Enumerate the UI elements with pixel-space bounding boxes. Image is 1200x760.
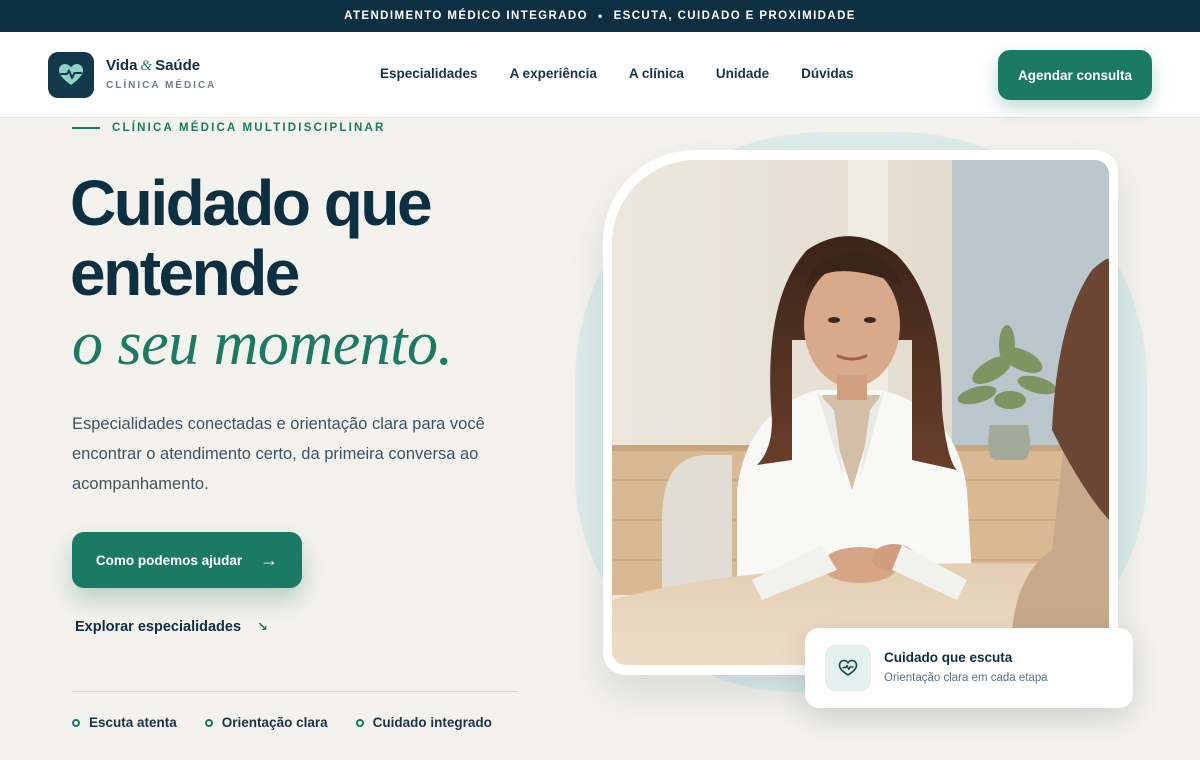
hero-photo <box>612 160 1109 665</box>
care-card: Cuidado que escuta Orientação clara em c… <box>805 628 1133 708</box>
card-subtitle: Orientação clara em cada etapa <box>884 672 1048 684</box>
heart-pulse-icon <box>59 64 83 85</box>
nav-item-clinica[interactable]: A clínica <box>629 66 684 81</box>
hero-title-italic: o seu momento. <box>72 310 453 378</box>
arrow-down-right-icon: ↘ <box>257 619 268 634</box>
hero-title-line2: entende <box>70 237 300 309</box>
main-nav: Especialidades A experiência A clínica U… <box>380 66 854 81</box>
brand[interactable]: Vida & Saúde CLÍNICA MÉDICA <box>106 57 216 91</box>
feature-item: Orientação clara <box>204 715 328 730</box>
card-title: Cuidado que escuta <box>884 650 1013 665</box>
hero-divider <box>72 691 518 692</box>
feature-label: Orientação clara <box>221 715 328 730</box>
brand-name-part1: Vida <box>106 57 138 74</box>
brand-name-part2: Saúde <box>155 57 201 74</box>
feature-label: Cuidado integrado <box>372 715 492 730</box>
hero-title-line1: Cuidado que <box>70 167 433 239</box>
hero-title: Cuidado que entende <box>70 167 433 309</box>
nav-item-duvidas[interactable]: Dúvidas <box>801 66 854 81</box>
announcement-left: ATENDIMENTO MÉDICO INTEGRADO <box>344 10 588 22</box>
how-we-help-label: Como podemos ajudar <box>95 552 243 568</box>
nav-item-experiencia[interactable]: A experiência <box>510 66 597 81</box>
explore-specialties-link[interactable]: Explorar especialidades ↘ <box>75 619 268 635</box>
explore-specialties-label: Explorar especialidades <box>75 619 242 635</box>
feature-item: Cuidado integrado <box>355 715 492 730</box>
circle-bullet-icon <box>72 718 80 727</box>
feature-label: Escuta atenta <box>89 715 177 730</box>
brand-name: Vida & Saúde <box>106 57 216 75</box>
schedule-appointment-button[interactable]: Agendar consulta <box>998 50 1152 100</box>
brand-subtitle: CLÍNICA MÉDICA <box>106 80 217 91</box>
feature-list: Escuta atenta Orientação clara Cuidado i… <box>72 715 492 730</box>
hero-lead: Especialidades conectadas e orientação c… <box>72 415 485 493</box>
circle-bullet-icon <box>355 718 364 727</box>
nav-item-unidade[interactable]: Unidade <box>716 66 769 81</box>
brand-ampersand: & <box>140 58 153 74</box>
site-header: Vida & Saúde CLÍNICA MÉDICA Especialidades… <box>0 32 1200 118</box>
feature-item: Escuta atenta <box>72 715 177 730</box>
circle-bullet-icon <box>204 718 213 727</box>
how-we-help-button[interactable]: Como podemos ajudar → <box>72 532 302 588</box>
doctor-consultation-illustration <box>612 160 1109 665</box>
logo[interactable] <box>48 52 94 98</box>
eyebrow-line <box>72 127 100 129</box>
announcement-bar: ATENDIMENTO MÉDICO INTEGRADO • ESCUTA, C… <box>0 0 1200 32</box>
nav-item-especialidades[interactable]: Especialidades <box>380 66 478 81</box>
announcement-separator: • <box>597 9 604 23</box>
announcement-right: ESCUTA, CUIDADO E PROXIMIDADE <box>613 10 856 22</box>
heart-pulse-icon <box>825 645 871 691</box>
arrow-right-icon: → <box>260 549 279 570</box>
hero-eyebrow: CLÍNICA MÉDICA MULTIDISCIPLINAR <box>72 122 385 134</box>
eyebrow-text: CLÍNICA MÉDICA MULTIDISCIPLINAR <box>112 122 386 134</box>
